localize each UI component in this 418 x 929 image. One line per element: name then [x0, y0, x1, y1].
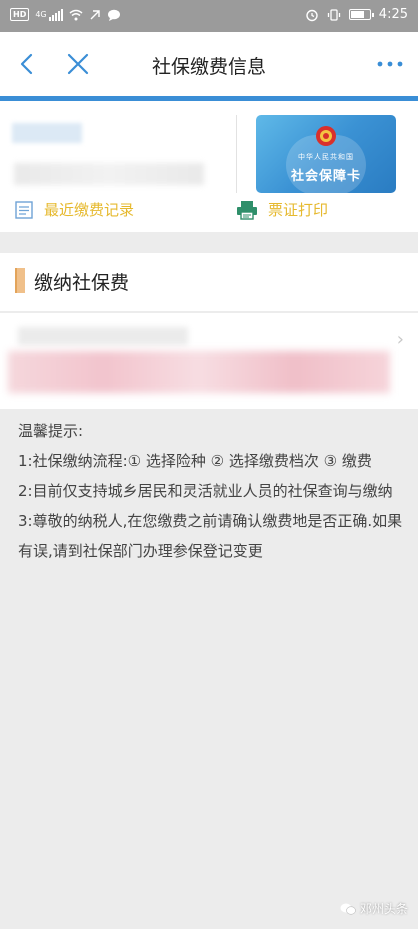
status-time: 4:25 — [378, 7, 408, 22]
tips-line-3: 3:尊敬的纳税人,在您缴费之前请确认缴费地是否正确.如果有误,请到社保部门办理参… — [18, 512, 403, 560]
navigation-bar: 社保缴费信息 — [0, 32, 418, 96]
wifi-icon — [69, 9, 83, 20]
printer-icon — [237, 200, 257, 220]
more-icon[interactable] — [372, 50, 408, 78]
tips-line-2: 2:目前仅支持城乡居民和灵活就业人员的社保查询与缴纳 — [18, 482, 393, 500]
ticket-print-link[interactable]: 票证打印 — [236, 199, 328, 220]
vertical-divider — [236, 115, 237, 193]
tips-heading: 温馨提示: — [18, 422, 84, 440]
tips-line-1: 1:社保缴纳流程:① 选择险种 ② 选择缴费档次 ③ 缴费 — [18, 452, 372, 470]
notification-icon — [90, 9, 100, 19]
section-title: 缴纳社保费 — [34, 272, 130, 294]
redacted-item-title — [18, 327, 188, 345]
watermark: 邓州头条 — [340, 900, 408, 917]
redacted-item-detail — [8, 351, 390, 393]
section-marker — [15, 268, 25, 293]
alarm-icon — [306, 9, 318, 21]
vibrate-icon — [327, 8, 340, 21]
insurance-list-item[interactable]: › — [0, 313, 418, 409]
social-security-card-image: 中华人民共和国 社会保障卡 — [256, 115, 396, 193]
message-icon — [107, 9, 120, 21]
battery-icon — [348, 9, 374, 20]
close-icon[interactable] — [62, 48, 94, 80]
document-icon — [15, 200, 33, 219]
card-title: 社会保障卡 — [290, 169, 361, 184]
back-icon[interactable] — [12, 48, 44, 80]
recent-payments-label: 最近缴费记录 — [44, 201, 135, 219]
section-header: 缴纳社保费 — [0, 253, 418, 311]
status-bar: HD 4G 4:25 — [0, 0, 418, 32]
redacted-name — [12, 123, 82, 143]
hd-badge: HD — [10, 8, 30, 21]
chevron-right-icon: › — [396, 329, 404, 350]
network-type: 4G — [35, 10, 47, 19]
wechat-icon — [340, 903, 356, 915]
user-info-panel: 中华人民共和国 社会保障卡 最近缴费记录 票证打印 — [0, 101, 418, 232]
ticket-print-label: 票证打印 — [268, 201, 329, 219]
national-emblem-icon — [316, 126, 336, 146]
status-left: HD 4G — [10, 8, 121, 21]
card-subtitle: 中华人民共和国 — [298, 153, 354, 161]
signal-icon — [48, 8, 63, 21]
recent-payments-link[interactable]: 最近缴费记录 — [14, 199, 134, 220]
watermark-text: 邓州头条 — [359, 902, 408, 916]
tips-section: 温馨提示: 1:社保缴纳流程:① 选择险种 ② 选择缴费档次 ③ 缴费 2:目前… — [18, 416, 412, 566]
redacted-id — [14, 163, 204, 185]
status-right: 4:25 — [305, 7, 408, 22]
